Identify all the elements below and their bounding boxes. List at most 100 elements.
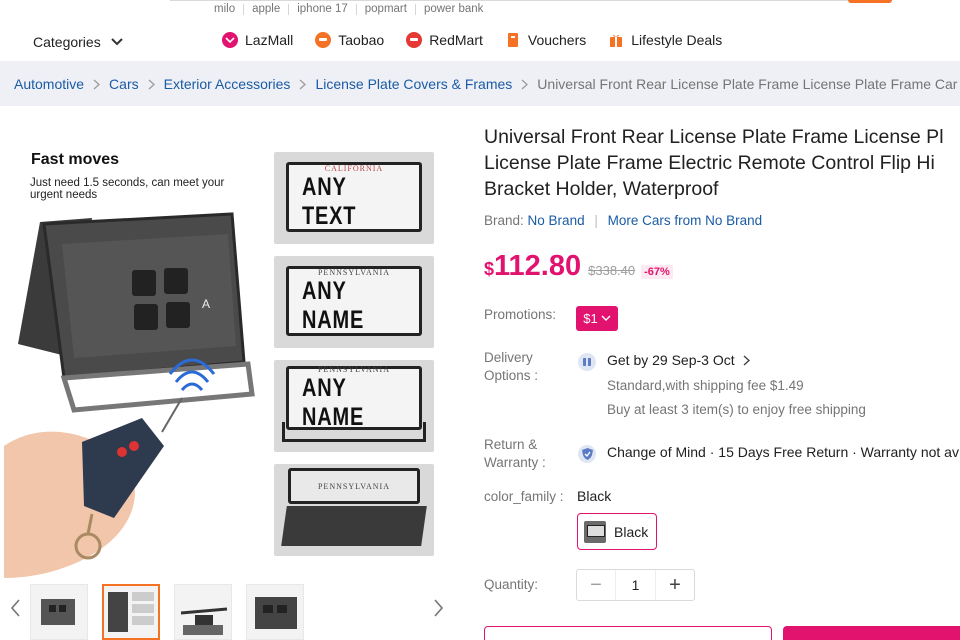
gift-icon xyxy=(608,32,624,48)
price-currency: $ xyxy=(484,259,495,279)
more-from-brand-link[interactable]: More Cars from No Brand xyxy=(608,213,763,228)
channel-vouchers[interactable]: Vouchers xyxy=(505,32,586,48)
plate-state: PENNSYLVANIA xyxy=(317,481,390,491)
shield-icon xyxy=(578,445,596,463)
brand-label: Brand: xyxy=(484,213,524,228)
plate-state: CALIFORNIA xyxy=(324,163,384,173)
chevron-right-icon xyxy=(743,354,750,366)
channel-label: Vouchers xyxy=(527,32,587,48)
channel-label: RedMart xyxy=(429,32,483,48)
delivery-label: Delivery Options : xyxy=(484,350,539,383)
promotion-value: $1 xyxy=(583,311,598,326)
promotion-tag[interactable]: $1 xyxy=(576,306,618,331)
shipping-fee: Standard,with shipping fee $1.49 xyxy=(607,378,804,393)
breadcrumb-cars[interactable]: Cars xyxy=(109,76,139,92)
product-page: milo apple iphone 17 popmart power bank … xyxy=(0,0,960,640)
nav-row: Categories LazMall Taobao RedMart Vouche… xyxy=(0,28,960,54)
add-to-cart-button[interactable] xyxy=(783,626,960,640)
lazmall-icon xyxy=(222,32,238,48)
color-option-thumbnail xyxy=(584,520,606,543)
chevron-right-icon xyxy=(148,78,155,90)
license-plate: PENNSYLVANIA xyxy=(288,468,420,504)
thumbnail-active[interactable] xyxy=(102,584,160,640)
hot-word[interactable]: apple xyxy=(244,3,288,15)
breadcrumb-license-plate-covers[interactable]: License Plate Covers & Frames xyxy=(315,76,512,92)
frame-bracket xyxy=(282,422,426,442)
quantity-label: Quantity: xyxy=(484,577,539,592)
price-row: $ 112.80 $338.40 -67% xyxy=(484,250,673,283)
breadcrumb-exterior-accessories[interactable]: Exterior Accessories xyxy=(164,76,291,92)
hot-word[interactable]: power bank xyxy=(416,3,491,15)
channel-lifestyle-deals[interactable]: Lifestyle Deals xyxy=(608,32,722,48)
original-price: $338.40 xyxy=(588,263,636,278)
brand-link[interactable]: No Brand xyxy=(528,213,585,228)
hot-word[interactable]: popmart xyxy=(357,3,415,15)
color-option-black[interactable]: Black xyxy=(577,513,657,550)
breadcrumb: Automotive Cars Exterior Accessories Lic… xyxy=(14,76,960,92)
license-plate: PENNSYLVANIA ANY NAME xyxy=(286,364,422,431)
channel-taobao[interactable]: Taobao xyxy=(315,32,384,48)
promotions-label: Promotions: xyxy=(484,307,557,322)
search-button-edge[interactable] xyxy=(848,0,892,3)
chevron-right-icon xyxy=(521,78,529,90)
decrease-quantity-button[interactable]: − xyxy=(577,570,615,600)
license-plate: PENNSYLVANIA ANY NAME xyxy=(286,266,422,336)
breadcrumb-bar: Automotive Cars Exterior Accessories Lic… xyxy=(0,61,960,106)
chevron-right-icon[interactable] xyxy=(430,598,446,618)
chevron-down-icon xyxy=(110,38,123,46)
hot-words: milo apple iphone 17 popmart power bank xyxy=(214,3,491,15)
product-gallery: Fast moves Just need 1.5 seconds, can me… xyxy=(0,106,463,640)
plate-text: ANY TEXT xyxy=(302,172,357,230)
redmart-icon xyxy=(406,32,423,48)
chevron-left-icon[interactable] xyxy=(8,598,24,618)
chevron-right-icon xyxy=(299,78,307,90)
voucher-icon xyxy=(505,32,521,48)
breadcrumb-current-product: Universal Front Rear License Plate Frame… xyxy=(537,76,960,92)
search-bar-edge xyxy=(170,0,890,1)
quantity-value[interactable]: 1 xyxy=(615,570,656,600)
color-family-label: color_family : xyxy=(484,489,564,504)
return-policy: Change of Mind · 15 Days Free Return · W… xyxy=(607,444,959,460)
categories-menu[interactable]: Categories xyxy=(33,34,123,50)
plate-state: PENNSYLVANIA xyxy=(317,267,390,277)
thumbnail-strip xyxy=(0,584,463,640)
color-option-label: Black xyxy=(614,523,649,540)
image-panel: PENNSYLVANIA ANY NAME xyxy=(274,256,434,348)
channel-label: Taobao xyxy=(338,32,385,48)
brand-row: Brand: No Brand | More Cars from No Bran… xyxy=(484,213,762,228)
plate-state: PENNSYLVANIA xyxy=(317,364,390,374)
hot-word[interactable]: iphone 17 xyxy=(289,3,356,15)
return-label: Return & Warranty : xyxy=(484,437,546,470)
taobao-icon xyxy=(315,32,332,48)
flip-frame-illustration: A xyxy=(4,212,255,578)
image-panel: PENNSYLVANIA ANY NAME xyxy=(274,360,434,452)
thumbnail[interactable] xyxy=(246,584,304,640)
product-title: Universal Front Rear License Plate Frame… xyxy=(484,124,960,202)
delivery-date-text: Get by 29 Sep-3 Oct xyxy=(607,352,735,368)
title-line: Universal Front Rear License Plate Frame… xyxy=(484,126,944,148)
breadcrumb-automotive[interactable]: Automotive xyxy=(14,76,84,92)
product-details: Universal Front Rear License Plate Frame… xyxy=(484,106,960,640)
title-line: Bracket Holder, Waterproof xyxy=(484,178,719,200)
divider: | xyxy=(594,213,598,228)
svg-text:A: A xyxy=(202,297,210,311)
search-suggestions: milo apple iphone 17 popmart power bank xyxy=(0,0,960,20)
delivery-truck-icon xyxy=(578,353,596,371)
quantity-stepper: − 1 + xyxy=(576,569,695,601)
channel-label: Lifestyle Deals xyxy=(631,32,723,48)
channel-links: LazMall Taobao RedMart Vouchers Lifestyl… xyxy=(222,32,744,48)
flipped-panel xyxy=(281,506,427,546)
main-product-image[interactable]: Fast moves Just need 1.5 seconds, can me… xyxy=(4,126,444,578)
plate-text: ANY NAME xyxy=(302,276,365,334)
buy-now-button[interactable] xyxy=(484,626,772,640)
increase-quantity-button[interactable]: + xyxy=(656,570,694,600)
license-plate: CALIFORNIA ANY TEXT xyxy=(286,162,422,232)
channel-redmart[interactable]: RedMart xyxy=(406,32,483,48)
delivery-date[interactable]: Get by 29 Sep-3 Oct xyxy=(607,352,750,368)
free-shipping-note: Buy at least 3 item(s) to enjoy free shi… xyxy=(607,402,866,417)
thumbnail[interactable] xyxy=(30,584,88,640)
thumbnail[interactable] xyxy=(174,584,232,640)
channel-lazmall[interactable]: LazMall xyxy=(222,32,293,48)
chevron-right-icon xyxy=(93,78,101,90)
hot-word[interactable]: milo xyxy=(214,3,243,15)
